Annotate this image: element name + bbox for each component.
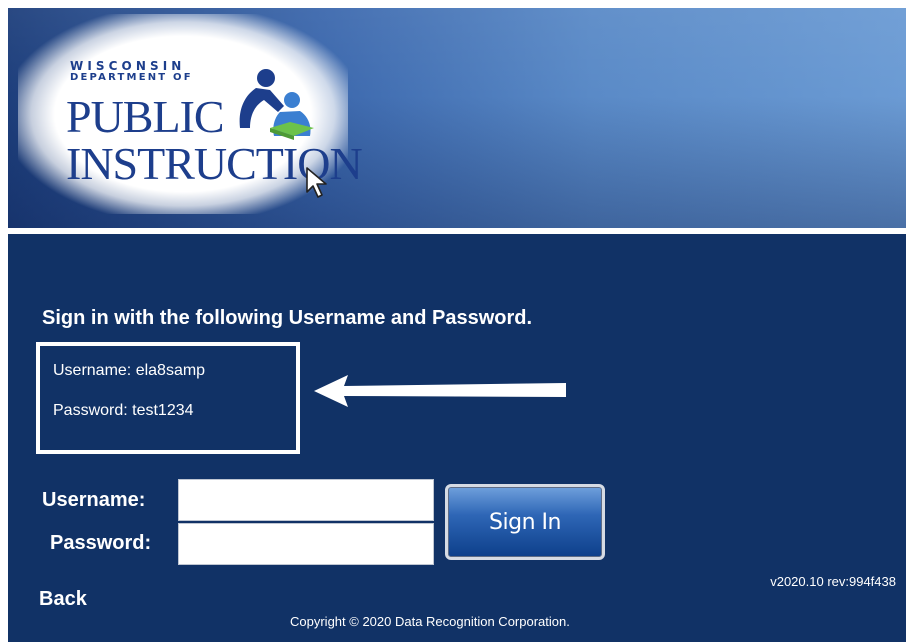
parent-and-child-reading-icon <box>239 69 314 140</box>
instruction-heading: Sign in with the following Username and … <box>42 307 533 329</box>
logo-wisconsin-text: WISCONSIN <box>70 59 186 73</box>
password-input[interactable] <box>178 523 434 565</box>
credential-username-text: Username: ela8samp <box>53 362 206 379</box>
credential-password-text: Password: test1234 <box>53 402 194 419</box>
mouse-cursor-icon <box>306 167 327 198</box>
header-banner: WISCONSIN DEPARTMENT OF PUBLIC INSTRUCTI… <box>8 8 906 228</box>
version-text: v2020.10 rev:994f438 <box>770 574 896 589</box>
copyright-text: Copyright © 2020 Data Recognition Corpor… <box>290 614 570 629</box>
login-panel: Sign in with the following Username and … <box>8 234 906 642</box>
credentials-box: Username: ela8samp Password: test1234 <box>36 342 300 454</box>
back-link[interactable]: Back <box>39 588 87 611</box>
logo-agency-text: WISCONSIN DEPARTMENT OF <box>70 59 193 83</box>
username-input[interactable] <box>178 479 434 521</box>
logo-public-text: PUBLIC <box>66 91 225 142</box>
password-label: Password: <box>50 532 152 554</box>
left-arrow-icon <box>314 375 566 407</box>
logo-department-text: DEPARTMENT OF <box>70 72 193 83</box>
sign-in-button[interactable]: Sign In <box>445 484 605 560</box>
username-label: Username: <box>42 489 146 511</box>
